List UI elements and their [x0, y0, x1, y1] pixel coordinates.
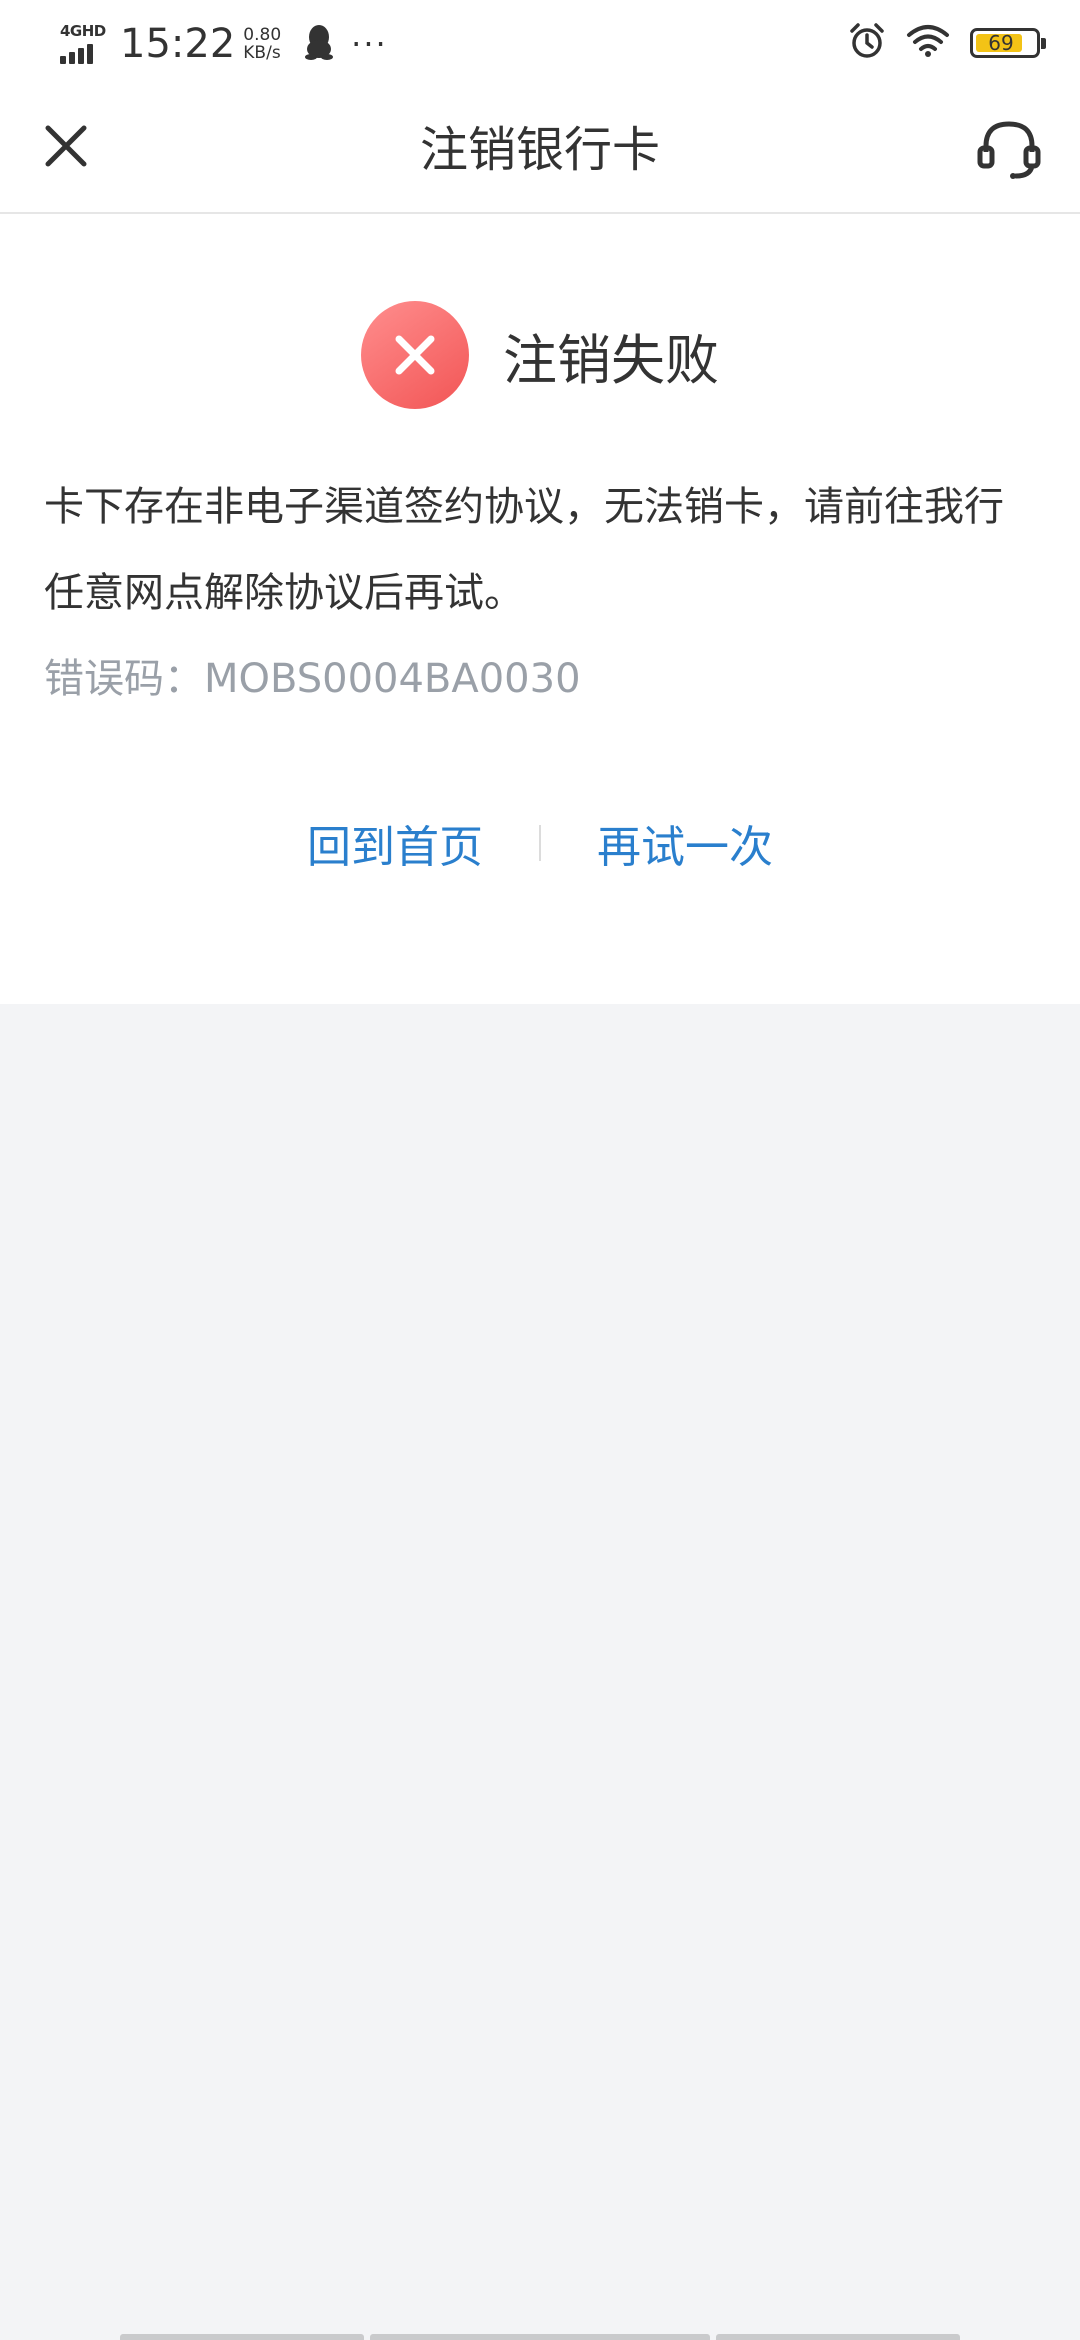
network-type: 4GHD — [60, 22, 106, 40]
clock: 15:22 — [120, 21, 236, 67]
more-notifications-icon: ··· — [351, 25, 388, 63]
battery-level: 69 — [988, 31, 1014, 55]
action-row: 回到首页 再试一次 — [0, 808, 1080, 878]
signal-icon: 4GHD — [60, 22, 108, 66]
error-icon — [361, 301, 469, 409]
customer-service-icon — [976, 118, 1042, 184]
alarm-icon — [848, 22, 886, 64]
wifi-icon — [906, 24, 950, 62]
battery-icon: 69 — [970, 28, 1046, 58]
result-title: 注销失败 — [503, 328, 719, 392]
network-speed: 0.80 KB/s — [243, 26, 281, 62]
error-message: 卡下存在非电子渠道签约协议，无法销卡，请前往我行任意网点解除协议后再试。 — [44, 484, 1004, 616]
back-home-button[interactable]: 回到首页 — [307, 811, 483, 875]
action-divider — [539, 825, 541, 861]
customer-service-button[interactable] — [974, 116, 1044, 186]
result-card: 注销失败 卡下存在非电子渠道签约协议，无法销卡，请前往我行任意网点解除协议后再试… — [0, 214, 1080, 1004]
status-bar: 4GHD 15:22 0.80 KB/s ··· 69 — [0, 0, 1080, 86]
speed-unit: KB/s — [243, 43, 281, 63]
status-left: 4GHD 15:22 0.80 KB/s ··· — [60, 14, 388, 74]
page-title: 注销银行卡 — [419, 122, 660, 178]
qq-icon — [305, 24, 334, 64]
retry-button[interactable]: 再试一次 — [597, 811, 773, 875]
home-indicator — [0, 2334, 1080, 2340]
speed-value: 0.80 — [243, 25, 282, 45]
nav-bar: 注销银行卡 — [0, 86, 1080, 214]
error-code: 错误码：MOBS0004BA0030 — [44, 656, 581, 702]
status-right: 69 — [848, 20, 1046, 66]
result-header: 注销失败 — [0, 300, 1080, 410]
